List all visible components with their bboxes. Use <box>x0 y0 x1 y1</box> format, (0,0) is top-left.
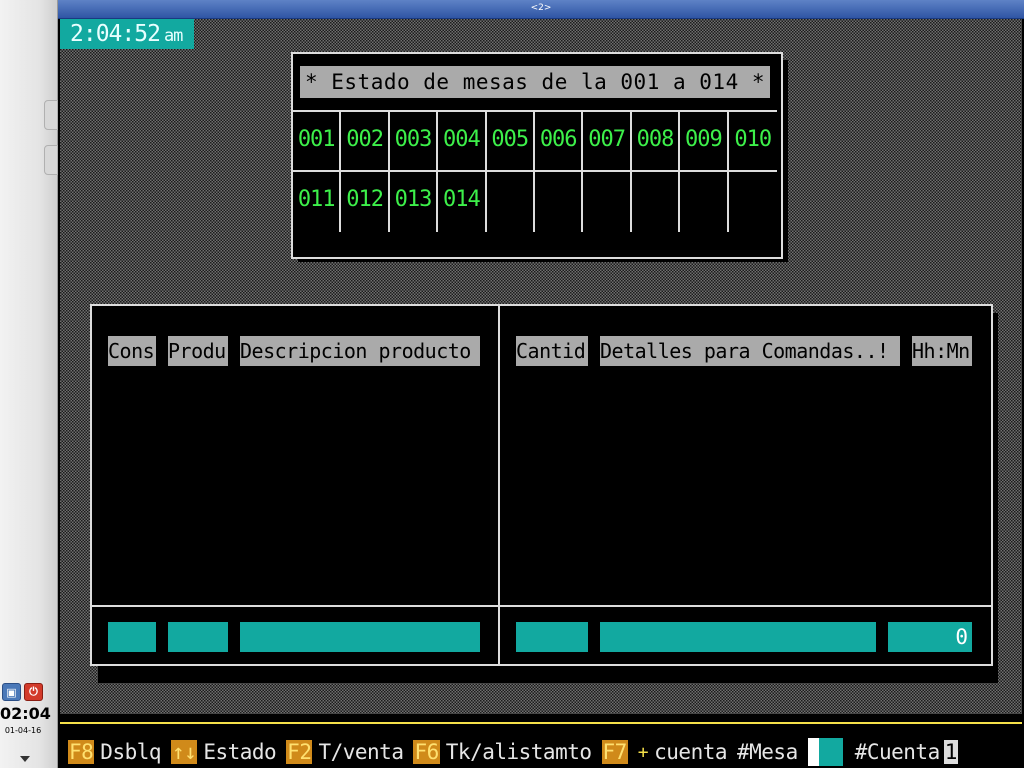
time-ampm: am <box>163 26 184 46</box>
mesa-cell-empty <box>487 172 535 232</box>
header-cons: Cons <box>108 336 156 366</box>
mesa-cell[interactable]: 013 <box>390 172 439 232</box>
mesa-cell-empty <box>632 172 681 232</box>
tray-icons: ▣ ⏻ <box>2 683 43 701</box>
mesa-cell[interactable]: 007 <box>583 112 632 172</box>
f2-key[interactable]: F2 <box>286 740 313 764</box>
mesa-cell[interactable]: 005 <box>486 112 535 172</box>
input-produ[interactable] <box>168 622 228 652</box>
productos-panel: Cons Produ Descripcion producto Cantid D… <box>90 304 993 666</box>
status-rule <box>60 722 1022 724</box>
header-cantid: Cantid <box>516 336 588 366</box>
mesa-cell-empty <box>535 172 584 232</box>
mesa-cell[interactable]: 009 <box>680 112 729 172</box>
arrows-key[interactable]: ↑↓ <box>171 740 198 764</box>
cuenta-label: #Cuenta <box>854 740 941 764</box>
power-icon[interactable]: ⏻ <box>24 683 43 701</box>
mesa-cell[interactable]: 010 <box>728 112 777 172</box>
f2-label: T/venta <box>318 740 404 764</box>
input-hhmn[interactable]: 0 <box>888 622 972 652</box>
chevron-down-icon[interactable] <box>20 756 30 762</box>
mesa-cell[interactable]: 002 <box>341 112 390 172</box>
mesa-cell-empty <box>583 172 632 232</box>
mesa-cell[interactable]: 003 <box>389 112 439 172</box>
mesa-input[interactable] <box>818 738 843 766</box>
terminal-window: <2> 2:04:52 am * Estado de mesas de la 00… <box>58 0 1024 768</box>
mesas-title: * Estado de mesas de la 001 a 014 * <box>300 66 770 98</box>
plus-icon: + <box>637 741 649 763</box>
mesa-cell[interactable]: 004 <box>438 112 487 172</box>
panel-footer-rule <box>92 605 991 607</box>
f6-key[interactable]: F6 <box>413 740 440 764</box>
f8-key[interactable]: F8 <box>68 740 95 764</box>
mesa-cell[interactable]: 006 <box>535 112 584 172</box>
taskbar-date: 01-04-16 <box>4 726 42 735</box>
f7-key[interactable]: F7 <box>601 740 628 764</box>
mesa-cell[interactable]: 001 <box>293 112 342 172</box>
header-detalles: Detalles para Comandas..! <box>600 336 900 366</box>
header-hhmn: Hh:Mn <box>912 336 972 366</box>
mesa-label: #Mesa <box>737 740 798 764</box>
mesa-cell[interactable]: 008 <box>631 112 681 172</box>
f8-label: Dsblq <box>100 740 162 764</box>
input-descripcion[interactable] <box>240 622 480 652</box>
input-cons[interactable] <box>108 622 156 652</box>
cursor-block <box>807 738 819 766</box>
desktop-sidebar: ▣ ⏻ 02:04 01-04-16 <box>0 0 58 768</box>
mesa-cell[interactable]: 012 <box>341 172 390 232</box>
mesa-cell[interactable]: 014 <box>438 172 487 232</box>
f6-label: Tk/alistamto <box>445 740 592 764</box>
mesas-panel: * Estado de mesas de la 001 a 014 * 001 … <box>291 52 783 259</box>
header-produ: Produ <box>168 336 228 366</box>
input-detalles[interactable] <box>600 622 876 652</box>
window-titlebar[interactable]: <2> <box>58 0 1024 19</box>
terminal-screen[interactable]: 2:04:52 am * Estado de mesas de la 001 a … <box>60 19 1022 768</box>
input-cantid[interactable] <box>516 622 588 652</box>
time-value: 2:04:52 <box>70 21 161 47</box>
mesas-grid: 001 002 003 004 005 006 007 008 009 010 … <box>293 110 777 232</box>
function-key-bar: F8 Dsblq ↑↓ Estado F2 T/venta F6 Tk/alis… <box>68 737 958 767</box>
cuenta-value[interactable]: 1 <box>943 740 958 764</box>
f7-label: cuenta <box>654 740 727 764</box>
panel-divider <box>498 306 500 664</box>
sidebar-handle[interactable] <box>44 145 58 175</box>
lock-icon[interactable]: ▣ <box>2 683 21 701</box>
window-title: <2> <box>530 3 552 13</box>
arrows-label: Estado <box>203 740 277 764</box>
mesa-cell-empty <box>729 172 777 232</box>
mesa-cell-empty <box>680 172 729 232</box>
header-descripcion: Descripcion producto <box>240 336 480 366</box>
mesa-cell[interactable]: 011 <box>293 172 342 232</box>
sidebar-handle[interactable] <box>44 100 58 130</box>
current-time: 2:04:52 am <box>60 19 194 49</box>
taskbar-clock: 02:04 <box>0 704 51 723</box>
